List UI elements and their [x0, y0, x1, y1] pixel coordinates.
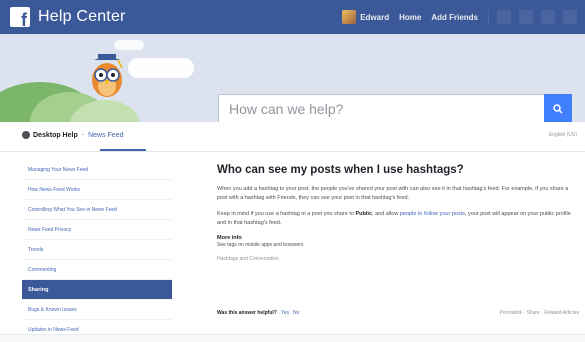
- active-tab-underline: [100, 149, 146, 151]
- article: Who can see my posts when I use hashtags…: [217, 164, 579, 262]
- sidebar-item-news-feed-privacy[interactable]: News Feed Privacy: [22, 220, 172, 240]
- article-actions[interactable]: Permalink · Share · Related Articles: [500, 310, 579, 316]
- sidebar: Managing Your News Feed How News Feed Wo…: [22, 160, 172, 340]
- cloud-illustration: [114, 40, 144, 50]
- follow-posts-link[interactable]: people to follow your posts: [400, 211, 465, 217]
- facebook-logo-icon[interactable]: f: [10, 7, 30, 29]
- page-title: Who can see my posts when I use hashtags…: [217, 164, 464, 176]
- profile-link[interactable]: Edward: [360, 13, 389, 22]
- cloud-illustration: [128, 58, 194, 78]
- breadcrumb-news-feed[interactable]: News Feed: [88, 132, 123, 139]
- topbar-divider: [488, 9, 489, 25]
- top-navigation-bar: f Help Center Edward Home Add Friends: [0, 0, 585, 34]
- search-button[interactable]: [544, 94, 572, 122]
- article-paragraph-1: When you add a hashtag to your post, the…: [217, 186, 569, 201]
- sidebar-item-trends[interactable]: Trends: [22, 240, 172, 260]
- breadcrumb: Desktop Help · News Feed English (US): [0, 122, 585, 152]
- home-link[interactable]: Home: [399, 13, 421, 22]
- related-topic-link[interactable]: Hashtags and Conversation: [217, 256, 579, 262]
- dropdown-icon[interactable]: [563, 10, 577, 24]
- sidebar-item-sharing[interactable]: Sharing: [22, 280, 172, 300]
- public-keyword: Public: [355, 211, 373, 217]
- search-icon: [553, 104, 563, 114]
- page-footer-strip: [0, 334, 585, 342]
- owl-mascot-icon: [92, 54, 123, 97]
- breadcrumb-separator: ·: [81, 131, 85, 139]
- sidebar-item-controlling-what-you-see[interactable]: Controlling What You See in News Feed: [22, 200, 172, 220]
- sidebar-item-how-news-feed-works[interactable]: How News Feed Works: [22, 180, 172, 200]
- add-friends-link[interactable]: Add Friends: [431, 13, 478, 22]
- paragraph-text: , and allow: [372, 211, 400, 217]
- feedback-no-button[interactable]: No: [293, 310, 299, 316]
- friend-requests-icon[interactable]: [497, 10, 511, 24]
- article-paragraph-2: Keep in mind if you use a hashtag in a p…: [217, 210, 579, 228]
- feedback-question: Was this answer helpful?: [217, 310, 277, 316]
- avatar[interactable]: [342, 10, 357, 24]
- topbar-right-group: Edward Home Add Friends: [342, 0, 585, 34]
- feedback-row: Was this answer helpful? Yes No Permalin…: [217, 310, 579, 316]
- paragraph-text: Keep in mind if you use a hashtag in a p…: [217, 211, 356, 217]
- sidebar-item-bugs-known-issues[interactable]: Bugs & Known Issues: [22, 300, 172, 320]
- sidebar-item-managing-news-feed[interactable]: Managing Your News Feed: [22, 160, 172, 180]
- search-input[interactable]: [219, 95, 544, 122]
- more-info-link[interactable]: See tags on mobile apps and browsers: [217, 241, 579, 249]
- sidebar-item-commenting[interactable]: Commenting: [22, 260, 172, 280]
- search-box: [218, 94, 572, 122]
- messages-icon[interactable]: [519, 10, 533, 24]
- hero-banner: [0, 34, 585, 122]
- help-center-title[interactable]: Help Center: [38, 8, 126, 26]
- notifications-icon[interactable]: [541, 10, 555, 24]
- globe-icon: [22, 131, 30, 139]
- language-selector[interactable]: English (US): [549, 132, 577, 138]
- feedback-yes-button[interactable]: Yes: [281, 310, 289, 316]
- breadcrumb-trail: Desktop Help · News Feed: [22, 131, 123, 139]
- breadcrumb-desktop-help[interactable]: Desktop Help: [33, 132, 78, 139]
